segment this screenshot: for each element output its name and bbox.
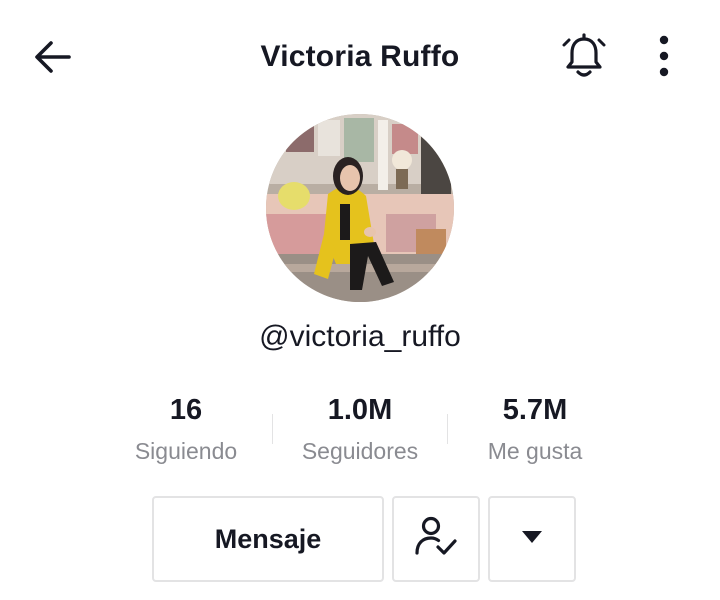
user-check-icon: [414, 515, 458, 564]
caret-down-icon: [521, 530, 543, 549]
top-bar: Victoria Ruffo: [0, 0, 720, 116]
stat-followers-value: 1.0M: [327, 394, 393, 426]
stat-following-value: 16: [169, 394, 203, 426]
stat-likes-label: Me gusta: [487, 438, 583, 464]
stat-following[interactable]: 16 Siguiendo: [96, 392, 276, 466]
message-button[interactable]: Mensaje: [152, 496, 384, 582]
username: @victoria_ruffo: [259, 320, 461, 353]
avatar[interactable]: [266, 114, 454, 302]
bell-icon: [561, 32, 607, 85]
stat-likes-value: 5.7M: [502, 394, 568, 426]
notifications-button[interactable]: [558, 32, 610, 84]
stat-followers-label: Seguidores: [301, 438, 419, 464]
following-button[interactable]: [392, 496, 480, 582]
stat-following-label: Siguiendo: [134, 438, 238, 464]
more-vertical-icon: [658, 35, 670, 82]
profile-page: Victoria Ruffo @victoria_ruffo 16 Siguie…: [0, 0, 720, 600]
stats-row: 16 Siguiendo 1.0M Seguidores 5.7M Me gus…: [0, 392, 720, 472]
page-title: Victoria Ruffo: [260, 40, 460, 73]
suggested-accounts-button[interactable]: [488, 496, 576, 582]
stat-likes[interactable]: 5.7M Me gusta: [445, 392, 625, 466]
stat-followers[interactable]: 1.0M Seguidores: [270, 392, 450, 466]
more-options-button[interactable]: [642, 32, 686, 84]
